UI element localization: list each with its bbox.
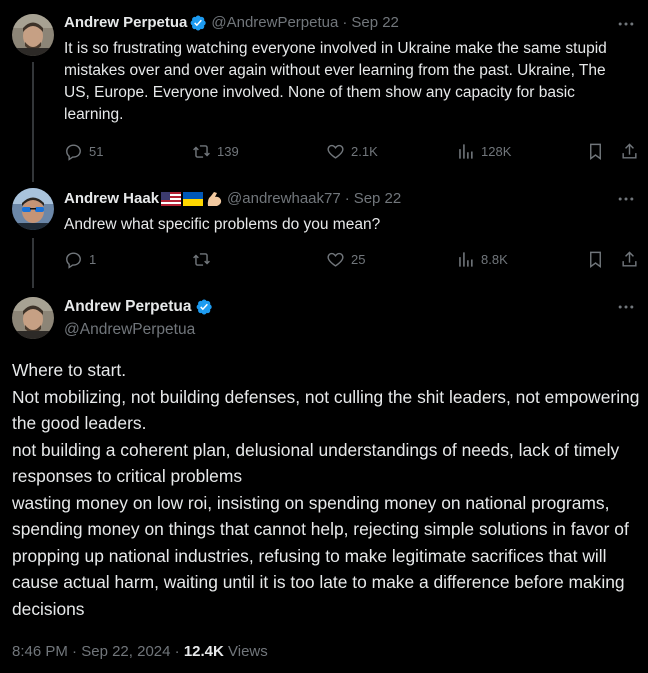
tweet-date[interactable]: Sep 22: [351, 13, 399, 33]
action-bar: 51 139 2.1K 128K: [64, 142, 640, 164]
like-icon: [327, 252, 344, 267]
action-bar: 1 25 8.8K: [64, 250, 640, 272]
text-line: not building a coherent plan, delusional…: [12, 439, 620, 487]
views-icon: [459, 144, 473, 159]
more-icon[interactable]: [616, 14, 636, 34]
us-flag-icon: [161, 192, 182, 206]
separator: ·: [342, 14, 348, 31]
tweet-metadata: 8:46 PM · Sep 22, 2024 · 12.4K Views: [12, 642, 268, 662]
tweet-header: Andrew Haak @andrewhaak77 · Sep 22: [64, 189, 401, 209]
views-count: 8.8K: [481, 252, 508, 267]
repost-button[interactable]: [192, 250, 217, 269]
tweet-full-date[interactable]: Sep 22, 2024: [81, 643, 170, 660]
views-icon: [459, 252, 473, 267]
like-button[interactable]: 2.1K: [326, 142, 378, 161]
verified-icon: [197, 299, 213, 315]
repost-button[interactable]: 139: [192, 142, 239, 161]
views-count: 128K: [481, 144, 512, 159]
text-line: wasting money on low roi, insisting on s…: [12, 492, 629, 619]
more-icon[interactable]: [616, 189, 636, 209]
thread-line: [32, 238, 34, 288]
separator: ·: [174, 643, 180, 660]
main-author: Andrew Perpetua @AndrewPerpetua: [64, 297, 213, 340]
like-button[interactable]: 25: [326, 250, 365, 269]
separator: ·: [344, 190, 350, 207]
reply-count: 1: [89, 252, 97, 267]
text-line: Where to start.: [12, 360, 127, 380]
tweet-text: Andrew what specific problems do you mea…: [64, 216, 381, 233]
like-count: 25: [351, 252, 366, 267]
more-icon[interactable]: [616, 297, 636, 317]
bookmark-icon: [590, 251, 601, 269]
tweet-date[interactable]: Sep 22: [354, 189, 402, 209]
avatar-andrew-haak[interactable]: [12, 188, 54, 230]
share-icon: [622, 143, 637, 159]
thread-line: [32, 62, 34, 182]
tweet-time[interactable]: 8:46 PM: [12, 643, 68, 660]
name-emoji: [161, 190, 223, 208]
author-name[interactable]: Andrew Haak: [64, 189, 159, 209]
like-count: 2.1K: [351, 144, 378, 159]
share-icon: [622, 251, 637, 267]
author-handle[interactable]: @andrewhaak77: [227, 189, 341, 209]
like-icon: [327, 144, 344, 159]
bookmark-icon: [590, 143, 601, 161]
tweet-text: It is so frustrating watching everyone i…: [64, 40, 607, 123]
author-name[interactable]: Andrew Perpetua: [64, 13, 187, 33]
avatar-andrew-perpetua[interactable]: [12, 297, 54, 339]
views-button[interactable]: 8.8K: [456, 250, 508, 269]
share-button[interactable]: [620, 142, 645, 161]
tweet-header: Andrew Perpetua @AndrewPerpetua · Sep 22: [64, 13, 399, 33]
views-button[interactable]: 128K: [456, 142, 511, 161]
ukraine-flag-icon: [183, 192, 204, 206]
author-name[interactable]: Andrew Perpetua: [64, 297, 191, 317]
tweet-2[interactable]: Andrew Haak @andrewhaak77 · Sep 22 Andre…: [0, 180, 648, 288]
main-tweet-text: Where to start. Not mobilizing, not buil…: [12, 357, 642, 622]
repost-count: 139: [217, 144, 239, 159]
reply-button[interactable]: 1: [64, 250, 96, 269]
views-count: 12.4K: [183, 643, 224, 660]
reply-icon: [66, 144, 81, 161]
text-line: Not mobilizing, not building defenses, n…: [12, 386, 640, 434]
reply-button[interactable]: 51: [64, 142, 103, 161]
tweet-1[interactable]: Andrew Perpetua @AndrewPerpetua · Sep 22…: [0, 0, 648, 182]
views-label: Views: [228, 643, 268, 660]
share-button[interactable]: [620, 250, 645, 269]
verified-icon: [191, 15, 207, 31]
author-handle[interactable]: @AndrewPerpetua: [64, 320, 213, 340]
bookmark-button[interactable]: [586, 142, 611, 161]
author-handle[interactable]: @AndrewPerpetua: [211, 13, 338, 33]
repost-icon: [193, 145, 210, 158]
reply-count: 51: [89, 144, 104, 159]
separator: ·: [72, 643, 78, 660]
bookmark-button[interactable]: [586, 250, 611, 269]
repost-icon: [193, 253, 210, 266]
reply-icon: [66, 252, 81, 269]
avatar-andrew-perpetua[interactable]: [12, 14, 54, 56]
flexed-biceps-icon: [207, 192, 222, 206]
